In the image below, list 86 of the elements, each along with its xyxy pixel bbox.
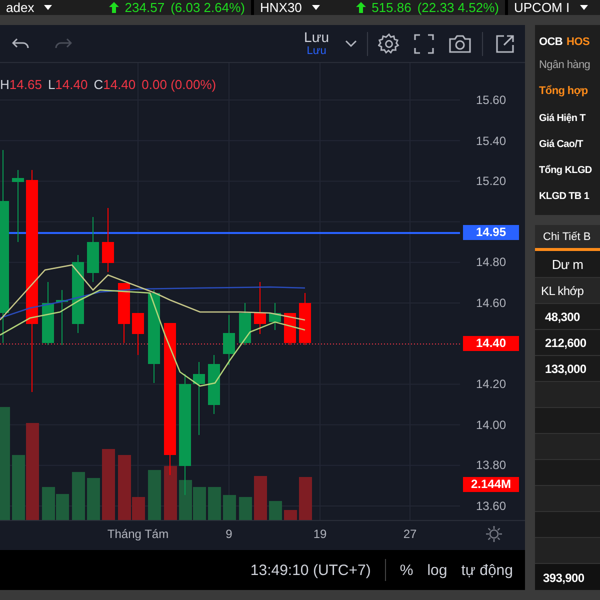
index-value: 234.57 bbox=[124, 1, 165, 14]
candlestick bbox=[56, 290, 68, 346]
time-tick: Tháng Tám bbox=[107, 527, 169, 541]
price-tick: 14.00 bbox=[476, 418, 506, 432]
volume-bar bbox=[102, 449, 115, 520]
table-cell: 212,600 bbox=[535, 330, 600, 356]
price-tick: 14.80 bbox=[476, 255, 506, 270]
volume-bar bbox=[284, 510, 297, 520]
volume-bar bbox=[269, 501, 282, 520]
volume-bar bbox=[72, 472, 85, 520]
volume-bar bbox=[56, 494, 69, 520]
volume-bar bbox=[87, 478, 100, 520]
price-badge: 14.95 bbox=[463, 225, 519, 240]
company-name: Ngân hàng bbox=[539, 58, 592, 73]
candlestick bbox=[87, 216, 99, 282]
legend-label: H14.65 bbox=[0, 77, 42, 92]
exchange-label: HOS bbox=[566, 36, 590, 48]
caret-icon[interactable] bbox=[44, 5, 52, 10]
candlestick bbox=[223, 314, 235, 366]
index-name[interactable]: UPCOM I bbox=[514, 1, 570, 14]
price-tick: 15.40 bbox=[476, 134, 506, 148]
candlestick bbox=[284, 312, 296, 346]
fullscreen-icon[interactable] bbox=[414, 34, 434, 54]
legend-label: L14.40 bbox=[48, 77, 88, 92]
up-arrow-icon bbox=[108, 2, 119, 13]
column-header: KL khớp bbox=[535, 278, 600, 304]
price-tick: 14.60 bbox=[476, 296, 506, 310]
field-label: Giá Cao/T bbox=[539, 138, 584, 152]
price-tick: 13.60 bbox=[476, 499, 506, 513]
price-badge: 14.40 bbox=[463, 336, 519, 351]
section-title: Tổng hợp bbox=[539, 84, 589, 99]
price-tick: 15.20 bbox=[476, 174, 506, 188]
scale-option[interactable]: % bbox=[400, 562, 414, 578]
index-change: (22.33 4.52%) bbox=[417, 1, 499, 14]
candlestick bbox=[269, 302, 281, 330]
volume-bar bbox=[254, 476, 267, 520]
volume-bar bbox=[223, 495, 236, 520]
stock-symbol: OCB bbox=[539, 36, 563, 48]
time-tick: 27 bbox=[403, 527, 417, 541]
price-badge: 2.144M bbox=[463, 477, 519, 492]
legend-label: C14.40 bbox=[94, 77, 136, 92]
caret-icon[interactable] bbox=[580, 5, 588, 10]
undo-icon[interactable] bbox=[12, 36, 30, 50]
index-change: (6.03 2.64%) bbox=[170, 1, 245, 14]
caret-icon[interactable] bbox=[312, 5, 320, 10]
index-value: 515.86 bbox=[372, 1, 412, 14]
scale-option[interactable]: tự động bbox=[461, 562, 513, 578]
volume-bar bbox=[148, 470, 161, 520]
time-tick: 9 bbox=[226, 527, 232, 541]
price-tick: 13.80 bbox=[476, 458, 506, 472]
candlestick bbox=[254, 282, 266, 334]
time-tick: 19 bbox=[313, 527, 327, 541]
field-label: Giá Hiện T bbox=[539, 112, 587, 126]
volume-bar bbox=[164, 466, 177, 520]
save-button[interactable]: Lưu Lưu bbox=[296, 30, 337, 58]
detail-tab[interactable]: Chi Tiết B bbox=[535, 225, 600, 251]
legend-change: 0.00 (0.00%) bbox=[142, 77, 216, 92]
up-arrow-icon bbox=[356, 2, 366, 13]
table-cell: 48,300 bbox=[535, 304, 600, 330]
camera-icon[interactable] bbox=[448, 34, 472, 54]
candlestick bbox=[42, 282, 54, 346]
candlestick bbox=[208, 354, 220, 414]
candlestick bbox=[239, 302, 251, 346]
field-label: KLGD TB 1 bbox=[539, 190, 590, 204]
volume-bar bbox=[179, 480, 192, 520]
chevron-down-icon[interactable] bbox=[345, 40, 357, 48]
share-icon[interactable] bbox=[495, 34, 515, 54]
table-cell: 133,000 bbox=[535, 356, 600, 382]
field-label: Tổng KLGD bbox=[539, 164, 593, 178]
price-tick: 15.60 bbox=[476, 93, 506, 107]
volume-bar bbox=[193, 487, 206, 520]
candlestick bbox=[118, 282, 130, 344]
volume-bar bbox=[42, 487, 55, 520]
table-total: 393,900 bbox=[535, 564, 600, 590]
price-tick: 14.20 bbox=[476, 377, 506, 392]
candlestick bbox=[102, 208, 114, 272]
clock-time: 13:49:10 (UTC+7) bbox=[250, 562, 371, 578]
candlestick bbox=[132, 312, 144, 356]
volume-bar bbox=[299, 477, 312, 520]
volume-bar bbox=[239, 497, 252, 520]
candlestick bbox=[299, 292, 311, 346]
index-name[interactable]: HNX30 bbox=[260, 1, 302, 14]
scale-option[interactable]: log bbox=[427, 562, 448, 578]
volume-bar bbox=[208, 487, 221, 520]
index-name[interactable]: adex bbox=[6, 1, 34, 14]
table-header: Dư m bbox=[535, 251, 600, 278]
